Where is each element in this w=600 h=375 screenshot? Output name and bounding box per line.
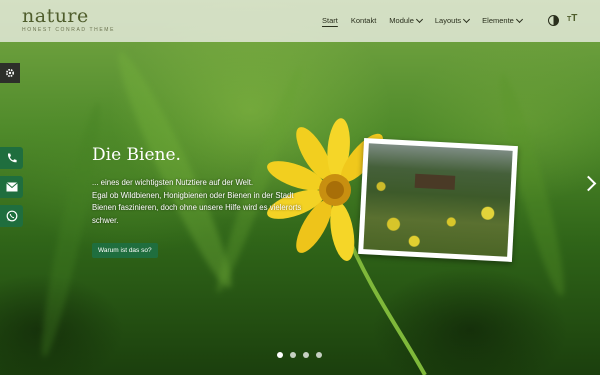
main-nav: Start Kontakt Module Layouts Elemente <box>322 15 535 25</box>
site-logo[interactable]: nature <box>22 5 89 27</box>
beehive-photo <box>358 138 518 262</box>
nav-elemente[interactable]: Elemente <box>482 15 523 25</box>
slider-dot[interactable] <box>290 352 296 358</box>
slider-dot[interactable] <box>277 352 283 358</box>
slide-line: Bienen faszinieren, doch ohne unsere Hil… <box>92 203 302 212</box>
read-more-button[interactable]: Warum ist das so? <box>92 243 158 258</box>
photo-content <box>363 143 513 257</box>
nav-start[interactable]: Start <box>322 16 338 25</box>
chevron-down-icon <box>415 15 423 24</box>
phone-icon <box>7 153 17 163</box>
beehive-hut <box>414 173 456 190</box>
slider-dots <box>277 352 322 358</box>
slide-text: ... eines der wichtigsten Nutztiere auf … <box>92 177 382 227</box>
slide-title: Die Biene. <box>92 145 181 165</box>
nav-kontakt[interactable]: Kontakt <box>351 16 376 25</box>
mail-icon <box>5 182 18 192</box>
site-header: nature HONEST CONRAD THEME Start Kontakt… <box>0 0 600 42</box>
contrast-icon[interactable] <box>548 15 559 26</box>
whatsapp-button[interactable] <box>0 205 23 227</box>
settings-button[interactable] <box>0 63 20 83</box>
whatsapp-icon <box>6 210 17 222</box>
nav-label: Layouts <box>434 16 462 25</box>
chevron-down-icon <box>515 15 523 24</box>
slide-line: Egal ob Wildbienen, Honigbienen oder Bie… <box>92 190 294 200</box>
slider-dot[interactable] <box>303 352 309 358</box>
slider-dot[interactable] <box>316 352 322 358</box>
nav-label: Kontakt <box>350 16 377 25</box>
nav-label: Start <box>322 16 338 25</box>
slide-line: schwer. <box>92 215 119 225</box>
nav-label: Module <box>389 16 414 25</box>
text-size-icon[interactable]: TT <box>567 13 577 24</box>
nav-layouts[interactable]: Layouts <box>434 15 471 25</box>
nav-module[interactable]: Module <box>389 15 423 25</box>
gear-icon <box>5 68 15 78</box>
chevron-down-icon <box>463 15 471 24</box>
mail-button[interactable] <box>0 176 23 198</box>
phone-button[interactable] <box>0 147 23 169</box>
nav-label: Elemente <box>482 16 514 25</box>
slide-line: ... eines der wichtigsten Nutztiere auf … <box>92 178 254 187</box>
logo-tagline: HONEST CONRAD THEME <box>22 27 115 33</box>
